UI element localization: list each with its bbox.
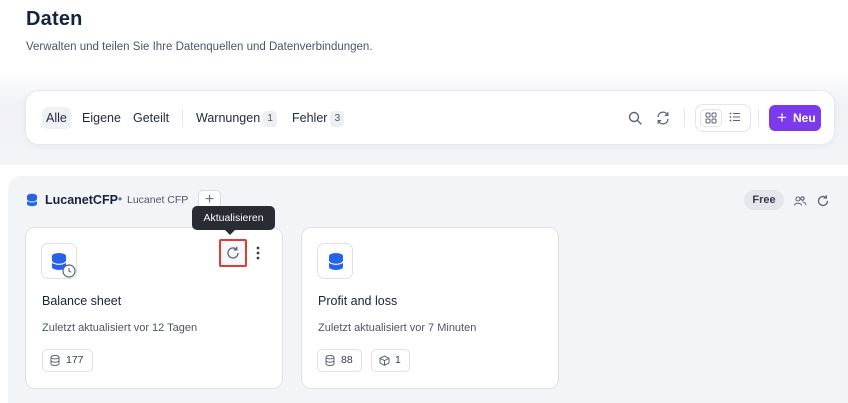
database-icon xyxy=(26,193,38,207)
warnings-count-badge: 1 xyxy=(263,110,278,127)
toolbar-divider xyxy=(684,109,685,127)
dataset-count: 177 xyxy=(66,354,84,366)
database-icon xyxy=(325,355,335,366)
share-users-icon[interactable] xyxy=(793,194,807,208)
filter-shared[interactable]: Geteilt xyxy=(133,107,169,129)
toolbar-divider-2 xyxy=(758,109,759,127)
plus-icon: + xyxy=(777,108,787,127)
search-icon[interactable] xyxy=(627,110,643,126)
filter-errors[interactable]: Fehler 3 xyxy=(292,107,345,129)
cube-icon xyxy=(379,355,390,366)
dataset-count: 88 xyxy=(341,354,353,366)
list-view-button[interactable] xyxy=(725,109,747,127)
database-clock-icon xyxy=(51,253,76,278)
grid-view-button[interactable] xyxy=(700,109,722,127)
plan-badge: Free xyxy=(744,190,784,210)
data-source-card[interactable]: Balance sheet Zuletzt aktualisiert vor 1… xyxy=(25,227,283,389)
section-refresh-icon[interactable] xyxy=(816,194,830,208)
filter-all[interactable]: Alle xyxy=(42,107,71,129)
card-title: Balance sheet xyxy=(42,294,122,308)
refresh-icon[interactable] xyxy=(655,110,671,126)
section-subtitle: Lucanet CFP xyxy=(127,194,189,206)
tooltip-arrow xyxy=(225,230,235,235)
refresh-tooltip: Aktualisieren xyxy=(192,206,275,230)
section-separator: • xyxy=(118,192,123,206)
database-icon xyxy=(50,355,60,366)
filter-toolbar: Alle Eigene Geteilt Warnungen1 Fehler3 xyxy=(25,90,835,145)
card-title: Profit and loss xyxy=(318,294,398,308)
database-icon xyxy=(328,253,344,270)
filter-errors-label: Fehler xyxy=(292,111,328,125)
new-button[interactable]: + Neu xyxy=(769,105,821,131)
more-options-icon[interactable] xyxy=(253,245,263,261)
view-toggle xyxy=(695,104,751,132)
card-last-updated: Zuletzt aktualisiert vor 7 Minuten xyxy=(318,322,477,334)
filter-divider xyxy=(182,109,183,127)
section-title: LucanetCFP xyxy=(45,193,118,207)
new-button-label: Neu xyxy=(793,111,816,125)
page-subtitle: Verwalten und teilen Sie Ihre Datenquell… xyxy=(26,41,373,53)
dataset-count-badge: 177 xyxy=(42,349,93,372)
filter-own-label: Eigene xyxy=(82,111,121,125)
data-source-section: LucanetCFP • Lucanet CFP + Free Balance … xyxy=(8,176,848,403)
card-icon xyxy=(41,243,77,279)
filter-warnings-label: Warnungen xyxy=(196,111,261,125)
page-title: Daten xyxy=(26,8,83,30)
list-view-icon xyxy=(729,112,740,122)
model-count-badge: 1 xyxy=(371,349,410,372)
data-source-card[interactable]: Profit and loss Zuletzt aktualisiert vor… xyxy=(301,227,559,389)
filter-own[interactable]: Eigene xyxy=(82,107,121,129)
filter-all-label: Alle xyxy=(46,111,67,125)
dataset-count-badge: 88 xyxy=(317,349,362,372)
filter-shared-label: Geteilt xyxy=(133,111,170,125)
refresh-icon xyxy=(227,246,239,259)
card-icon xyxy=(317,243,353,279)
filter-warnings[interactable]: Warnungen 1 xyxy=(196,107,278,129)
errors-count-badge: 3 xyxy=(330,110,345,127)
model-count: 1 xyxy=(395,354,401,366)
page-header: Daten Verwalten und teilen Sie Ihre Date… xyxy=(26,8,373,53)
card-refresh-button[interactable] xyxy=(219,239,247,267)
grid-view-icon xyxy=(705,112,717,124)
card-last-updated: Zuletzt aktualisiert vor 12 Tagen xyxy=(42,322,198,334)
